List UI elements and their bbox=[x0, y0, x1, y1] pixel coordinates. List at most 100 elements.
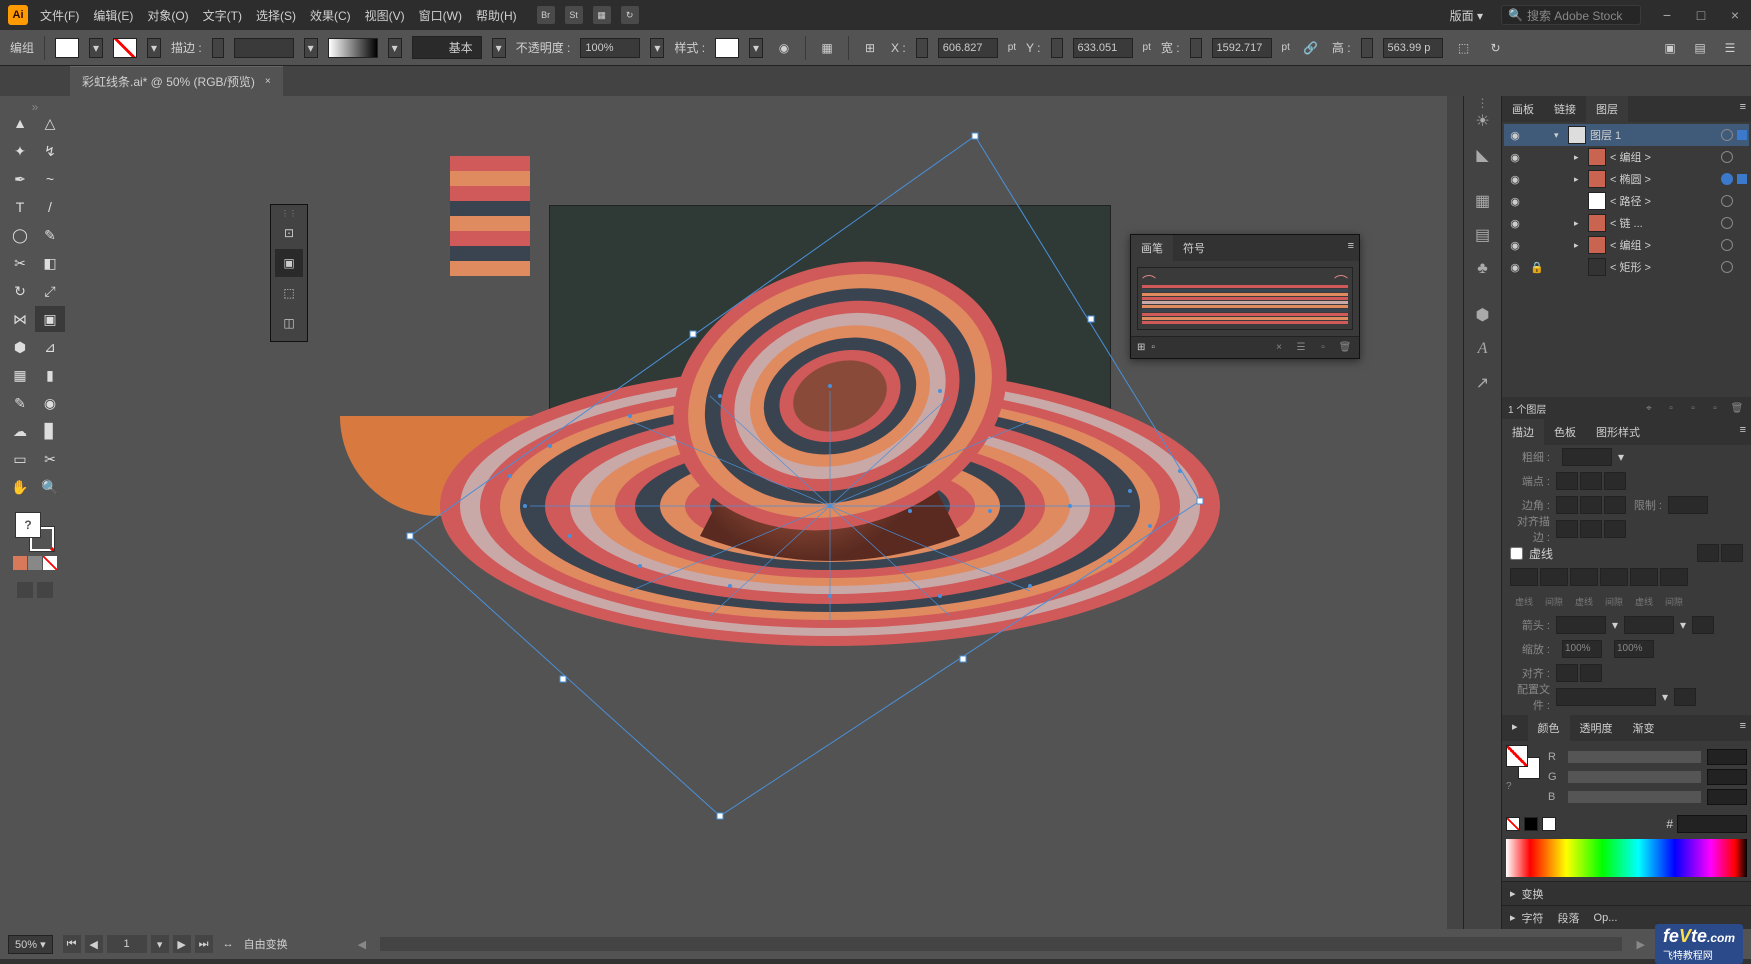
fill-color-swatch-1[interactable] bbox=[13, 556, 27, 570]
align-inside[interactable] bbox=[1580, 520, 1602, 538]
scroll-right[interactable]: ▶ bbox=[1636, 938, 1644, 951]
pathfinder-icon[interactable]: ⬢ bbox=[1464, 298, 1501, 332]
brush-options-icon[interactable]: ☰ bbox=[1293, 340, 1309, 356]
target-icon[interactable] bbox=[1721, 239, 1733, 251]
grid-icon[interactable]: ▤ bbox=[1689, 37, 1711, 59]
artboard-number[interactable]: 1 bbox=[107, 935, 147, 953]
first-artboard-button[interactable]: ⏮ bbox=[63, 935, 81, 953]
target-icon[interactable] bbox=[1721, 151, 1733, 163]
artboard-nav-icon[interactable]: ↔ bbox=[223, 938, 234, 950]
opacity-input[interactable] bbox=[580, 38, 640, 58]
corner-round[interactable] bbox=[1580, 496, 1602, 514]
links-tab[interactable]: 链接 bbox=[1544, 96, 1586, 122]
cap-butt[interactable] bbox=[1556, 472, 1578, 490]
layer-row[interactable]: ◉▸< 编组 > bbox=[1504, 146, 1749, 168]
layer-row[interactable]: ◉▸< 椭圆 > bbox=[1504, 168, 1749, 190]
menu-object[interactable]: 对象(O) bbox=[147, 7, 188, 24]
y-input[interactable] bbox=[1073, 38, 1133, 58]
opacity-dropdown[interactable]: ▾ bbox=[650, 38, 664, 58]
g-input[interactable] bbox=[1707, 769, 1747, 785]
visibility-toggle[interactable]: ◉ bbox=[1506, 258, 1524, 276]
brushes-dock-icon[interactable]: ▤ bbox=[1464, 218, 1501, 252]
layer-name[interactable]: < 矩形 > bbox=[1610, 259, 1717, 275]
pen-tool[interactable]: ✒ bbox=[5, 166, 35, 192]
recolor-icon[interactable]: ◉ bbox=[773, 37, 795, 59]
lasso-tool[interactable]: ↯ bbox=[35, 138, 65, 164]
style-swatch[interactable] bbox=[715, 38, 739, 58]
rotate-tool[interactable]: ↻ bbox=[5, 278, 35, 304]
layer-row[interactable]: ◉▸< 链 ... bbox=[1504, 212, 1749, 234]
profile-select[interactable] bbox=[1556, 688, 1656, 706]
layers-tab[interactable]: 图层 bbox=[1586, 96, 1628, 122]
corner-miter[interactable] bbox=[1556, 496, 1578, 514]
brush-preview[interactable] bbox=[328, 38, 378, 58]
new-sublayer-icon[interactable]: ▫ bbox=[1685, 400, 1701, 416]
color-spectrum[interactable] bbox=[1506, 839, 1747, 877]
color-tab[interactable]: 颜色 bbox=[1528, 715, 1570, 741]
gap-3[interactable] bbox=[1660, 568, 1688, 586]
dash-2[interactable] bbox=[1570, 568, 1598, 586]
stroke-dropdown[interactable]: ▾ bbox=[147, 38, 161, 58]
scale-1[interactable]: 100% bbox=[1562, 640, 1602, 658]
rotate-icon[interactable]: ↻ bbox=[1485, 37, 1507, 59]
maximize-button[interactable]: □ bbox=[1693, 7, 1709, 23]
menu-window[interactable]: 窗口(W) bbox=[419, 7, 462, 24]
layers-menu-icon[interactable]: ≡ bbox=[1735, 96, 1751, 122]
corner-bevel[interactable] bbox=[1604, 496, 1626, 514]
visibility-toggle[interactable]: ◉ bbox=[1506, 214, 1524, 232]
fill-stroke-swatch[interactable]: ? bbox=[13, 510, 57, 554]
selection-indicator[interactable] bbox=[1737, 240, 1747, 250]
more-icon[interactable]: ☰ bbox=[1719, 37, 1741, 59]
menu-help[interactable]: 帮助(H) bbox=[476, 7, 517, 24]
curvature-tool[interactable]: ~ bbox=[35, 166, 65, 192]
selection-indicator[interactable] bbox=[1737, 196, 1747, 206]
export-icon[interactable]: ↗ bbox=[1464, 366, 1501, 400]
next-artboard-button[interactable]: ▶ bbox=[173, 935, 191, 953]
free-transform-mode[interactable]: ▣ bbox=[275, 249, 303, 277]
profile-flip[interactable] bbox=[1674, 688, 1696, 706]
style-dropdown[interactable]: ▾ bbox=[749, 38, 763, 58]
menu-edit[interactable]: 编辑(E) bbox=[93, 7, 133, 24]
menu-select[interactable]: 选择(S) bbox=[256, 7, 296, 24]
layer-name[interactable]: < 路径 > bbox=[1610, 193, 1717, 209]
scale-2[interactable]: 100% bbox=[1614, 640, 1654, 658]
layer-row[interactable]: ◉< 路径 > bbox=[1504, 190, 1749, 212]
g-slider[interactable] bbox=[1568, 771, 1701, 783]
brush-lib-icon2[interactable]: ▫ bbox=[1151, 342, 1155, 353]
expand-toggle[interactable]: ▾ bbox=[1554, 130, 1564, 141]
layer-name[interactable]: 图层 1 bbox=[1590, 127, 1717, 143]
prev-artboard-button[interactable]: ◀ bbox=[85, 935, 103, 953]
ellipse-tool[interactable]: ◯ bbox=[5, 222, 35, 248]
search-adobe-stock[interactable]: 🔍 搜索 Adobe Stock bbox=[1501, 5, 1641, 25]
align-icon[interactable]: ▦ bbox=[816, 37, 838, 59]
layer-name[interactable]: < 链 ... bbox=[1610, 215, 1717, 231]
swatches-tab[interactable]: 色板 bbox=[1544, 419, 1586, 445]
layer-name[interactable]: < 编组 > bbox=[1610, 237, 1717, 253]
arrow-start[interactable] bbox=[1556, 616, 1606, 634]
visibility-toggle[interactable]: ◉ bbox=[1506, 126, 1524, 144]
align-arrow-1[interactable] bbox=[1556, 664, 1578, 682]
r-slider[interactable] bbox=[1568, 751, 1701, 763]
make-clipping-icon[interactable]: ▫ bbox=[1663, 400, 1679, 416]
stroke-swatch[interactable] bbox=[113, 38, 137, 58]
brushes-tab[interactable]: 画笔 bbox=[1131, 235, 1173, 261]
close-button[interactable]: × bbox=[1727, 7, 1743, 23]
scroll-left[interactable]: ◀ bbox=[358, 938, 366, 951]
line-tool[interactable]: / bbox=[35, 194, 65, 220]
perspective-distort[interactable]: ⬚ bbox=[275, 279, 303, 307]
eraser-tool[interactable]: ◧ bbox=[35, 250, 65, 276]
layer-row[interactable]: ◉🔒< 矩形 > bbox=[1504, 256, 1749, 278]
arrange-icon[interactable]: ▦ bbox=[593, 6, 611, 24]
lock-toggle[interactable] bbox=[1528, 236, 1546, 254]
lock-toggle[interactable] bbox=[1528, 148, 1546, 166]
stroke-weight-spinner[interactable] bbox=[212, 38, 224, 58]
selection-indicator[interactable] bbox=[1737, 262, 1747, 272]
menu-text[interactable]: 文字(T) bbox=[203, 7, 242, 24]
symbol-tool[interactable]: ☁ bbox=[5, 418, 35, 444]
transparency-tab[interactable]: 透明度 bbox=[1570, 715, 1623, 741]
transform-accordion[interactable]: ▸变换 bbox=[1502, 881, 1751, 905]
y-spinner[interactable] bbox=[1051, 38, 1063, 58]
x-spinner[interactable] bbox=[916, 38, 928, 58]
stroke-weight-dropdown[interactable]: ▾ bbox=[304, 38, 318, 58]
hand-tool[interactable]: ✋ bbox=[5, 474, 35, 500]
